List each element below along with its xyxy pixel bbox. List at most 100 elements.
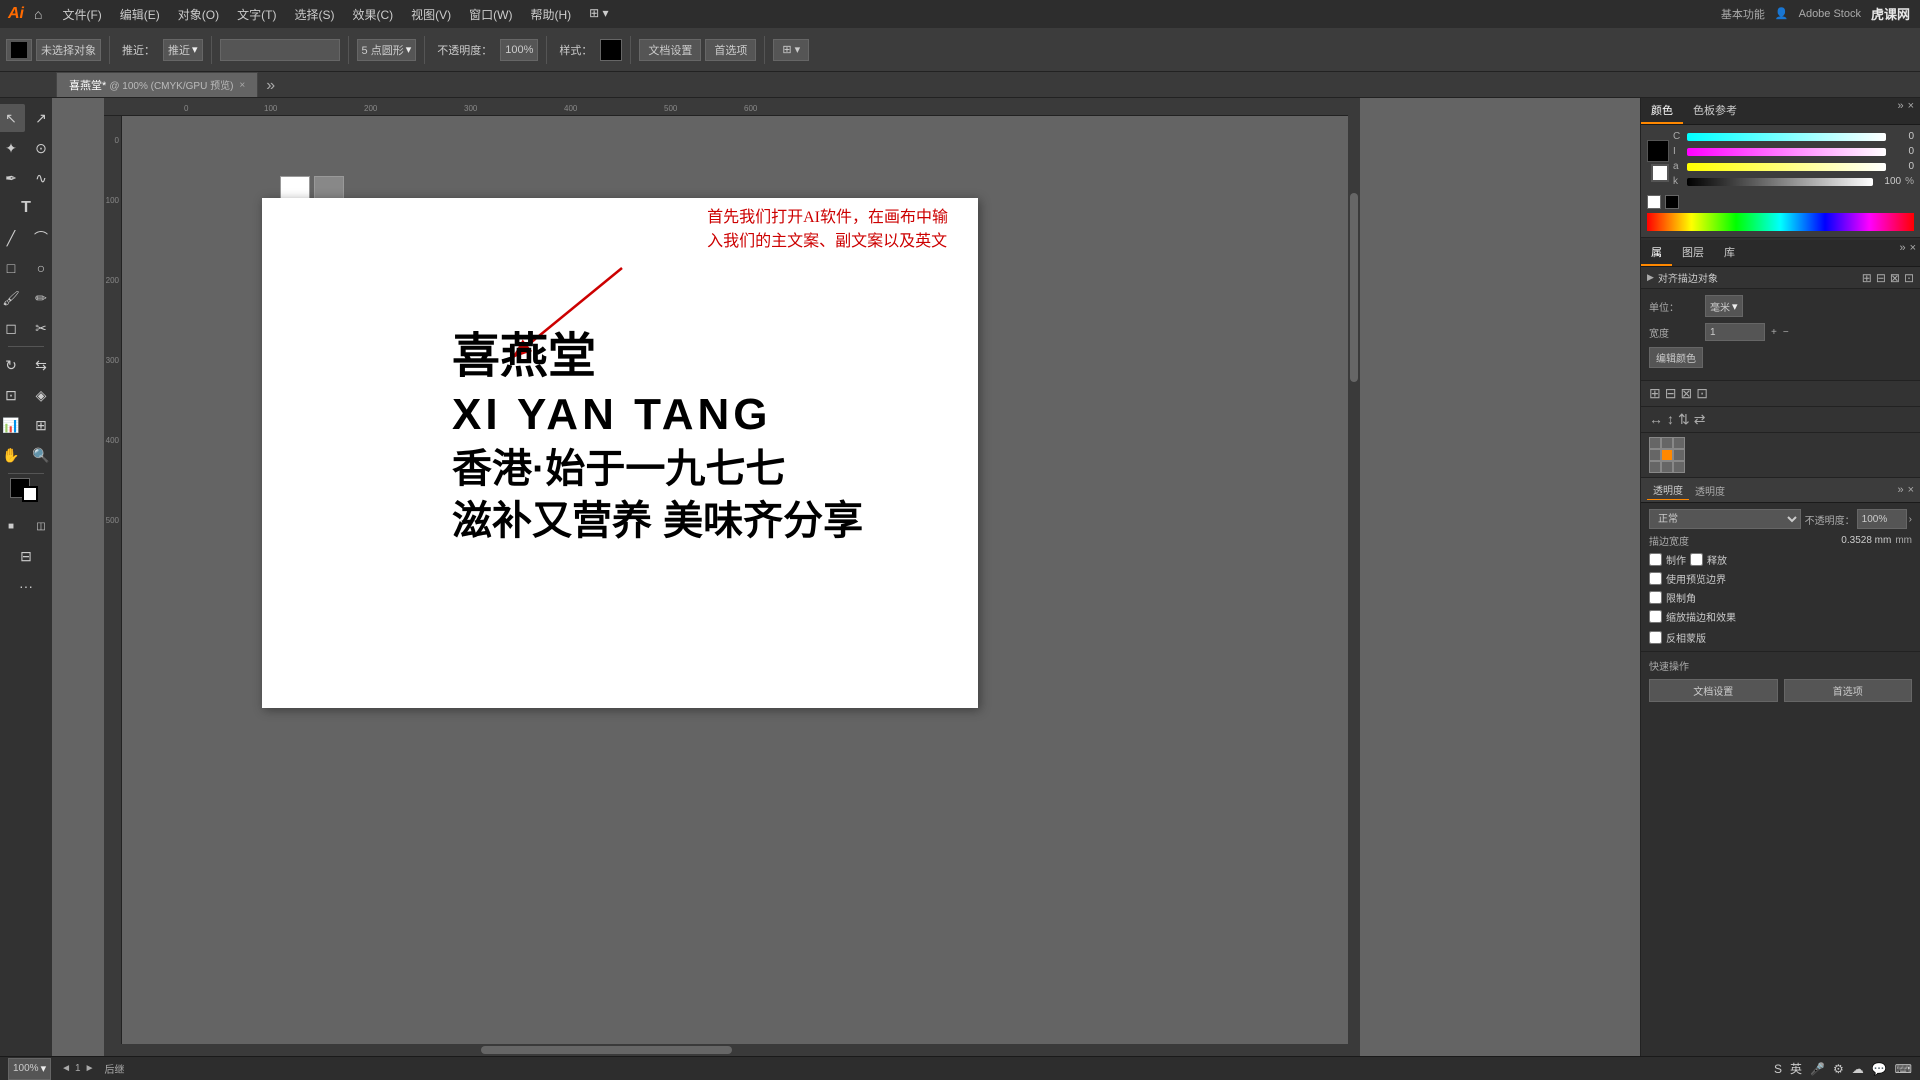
dist-icon-1[interactable]: ↔: [1649, 411, 1663, 428]
attr-min-icon[interactable]: »: [1899, 242, 1905, 264]
close-tab-btn[interactable]: ×: [239, 80, 245, 91]
color-spectrum-bar[interactable]: [1647, 213, 1914, 231]
scale-stroke-cb[interactable]: [1649, 610, 1662, 623]
channel-k-slider[interactable]: [1687, 178, 1873, 186]
tab-attr[interactable]: 属: [1641, 240, 1672, 266]
minimize-panel-icon[interactable]: »: [1897, 100, 1903, 122]
next-page-btn[interactable]: ►: [85, 1063, 95, 1074]
reflect-tool-icon[interactable]: ⇆: [27, 351, 55, 379]
eraser-tool-icon[interactable]: ◻: [0, 314, 25, 342]
make-cb[interactable]: [1649, 553, 1662, 566]
bg-color-swatch[interactable]: [1651, 164, 1669, 182]
stroke-color-box[interactable]: [22, 486, 38, 502]
channel-c-slider[interactable]: [1687, 133, 1886, 141]
ref-pt-5[interactable]: [1661, 449, 1673, 461]
align-dist-icon[interactable]: ⊠: [1890, 271, 1900, 285]
h-scroll-thumb[interactable]: [481, 1046, 732, 1054]
hand-tool-icon[interactable]: ✋: [0, 441, 25, 469]
text-field[interactable]: [220, 39, 340, 61]
home-icon[interactable]: ⌂: [34, 6, 42, 22]
quick-prefs-btn[interactable]: 首选项: [1784, 679, 1913, 702]
style-color[interactable]: [600, 39, 622, 61]
reverse-mask-cb[interactable]: [1649, 631, 1662, 644]
dist-icon-3[interactable]: ⇅: [1678, 411, 1690, 428]
nudge-select[interactable]: 推近▾: [163, 39, 203, 61]
artboard-tool-icon[interactable]: ⊟: [12, 542, 40, 570]
pen-tool-icon[interactable]: ✒: [0, 164, 25, 192]
close-panel-icon[interactable]: ×: [1908, 100, 1914, 122]
color-mode-icon[interactable]: ■: [0, 512, 25, 540]
rect-tool-icon[interactable]: □: [0, 254, 25, 282]
channel-y-slider[interactable]: [1687, 163, 1886, 171]
v-scroll-thumb[interactable]: [1350, 193, 1358, 382]
arrange-btn[interactable]: ⊞ ▾: [773, 39, 809, 61]
graph-tool-icon[interactable]: 📊: [0, 411, 25, 439]
dist-icon-2[interactable]: ↕: [1667, 411, 1674, 428]
double-arrow-btn[interactable]: »: [262, 75, 279, 97]
tab-color[interactable]: 颜色: [1641, 98, 1683, 124]
swatch-gray[interactable]: [314, 176, 344, 200]
grid-icon-2[interactable]: ⊟: [1665, 385, 1677, 402]
direct-select-tool-icon[interactable]: ↗: [27, 104, 55, 132]
edit-color-btn[interactable]: 编辑颜色: [1649, 347, 1703, 368]
grid-icon-3[interactable]: ⊠: [1680, 385, 1692, 402]
doc-tab-active[interactable]: 喜燕堂* @ 100% (CMYK/GPU 预览) ×: [56, 72, 258, 97]
menu-select[interactable]: 选择(S): [286, 4, 342, 25]
ellipse-tool-icon[interactable]: ○: [27, 254, 55, 282]
zoom-tool-icon[interactable]: 🔍: [27, 441, 55, 469]
chat-icon[interactable]: 💬: [1872, 1062, 1887, 1076]
menu-effect[interactable]: 效果(C): [344, 4, 401, 25]
tool-color-fg[interactable]: [6, 39, 32, 61]
lang-en-icon[interactable]: 英: [1790, 1060, 1802, 1077]
align-v-icon[interactable]: ⊟: [1876, 271, 1886, 285]
prev-page-btn[interactable]: ◄: [61, 1063, 71, 1074]
opacity-arrow[interactable]: ›: [1909, 514, 1912, 525]
zoom-select[interactable]: 100%▾: [8, 1058, 51, 1080]
selection-tool-icon[interactable]: ↖: [0, 104, 25, 132]
trans-close-icon[interactable]: ×: [1908, 484, 1914, 496]
ref-pt-6[interactable]: [1673, 449, 1685, 461]
release-cb[interactable]: [1690, 553, 1703, 566]
opacity-value[interactable]: 100%: [500, 39, 538, 61]
tab-texture[interactable]: 透明度: [1647, 480, 1689, 500]
menu-window[interactable]: 窗口(W): [461, 4, 520, 25]
type-tool-icon[interactable]: T: [12, 194, 40, 222]
dist-icon-4[interactable]: ⇄: [1694, 411, 1706, 428]
blend-mode-select[interactable]: 正常: [1649, 509, 1801, 529]
curvature-tool-icon[interactable]: ∿: [27, 164, 55, 192]
scissors-tool-icon[interactable]: ✂: [27, 314, 55, 342]
ref-pt-1[interactable]: [1649, 437, 1661, 449]
cloud-icon[interactable]: ☁: [1852, 1062, 1864, 1076]
ref-pt-8[interactable]: [1661, 461, 1673, 473]
white-swatch[interactable]: [1647, 195, 1661, 209]
settings-icon[interactable]: ⚙: [1833, 1062, 1844, 1076]
tab-library[interactable]: 库: [1714, 240, 1745, 266]
menu-extra[interactable]: ⊞ ▾: [581, 4, 616, 25]
line-tool-icon[interactable]: ╱: [0, 224, 25, 252]
ref-pt-2[interactable]: [1661, 437, 1673, 449]
grid-icon-1[interactable]: ⊞: [1649, 385, 1661, 402]
magic-wand-tool-icon[interactable]: ✦: [0, 134, 25, 162]
increment-icon[interactable]: +: [1771, 327, 1777, 338]
canvas-area[interactable]: 0 100 200 300 400 500 600 0 100 200 300 …: [52, 98, 1640, 1080]
vertical-scrollbar[interactable]: [1348, 98, 1360, 1044]
user-icon[interactable]: 👤: [1775, 7, 1789, 20]
ref-pt-3[interactable]: [1673, 437, 1685, 449]
lasso-tool-icon[interactable]: ⊙: [27, 134, 55, 162]
grid-icon-4[interactable]: ⊡: [1696, 385, 1708, 402]
doc-settings-btn[interactable]: 文档设置: [639, 39, 701, 61]
menu-view[interactable]: 视图(V): [403, 4, 459, 25]
tab-transparency-label[interactable]: 透明度: [1689, 481, 1731, 500]
arc-tool-icon[interactable]: ⌒: [27, 224, 55, 252]
ref-pt-7[interactable]: [1649, 461, 1661, 473]
menu-file[interactable]: 文件(F): [54, 4, 109, 25]
adobe-stock-label[interactable]: Adobe Stock: [1799, 8, 1861, 20]
tab-layers[interactable]: 图层: [1672, 240, 1714, 266]
use-preview-cb[interactable]: [1649, 572, 1662, 585]
menu-edit[interactable]: 编辑(E): [112, 4, 168, 25]
scale-tool-icon[interactable]: ⊡: [0, 381, 25, 409]
ref-pt-4[interactable]: [1649, 449, 1661, 461]
opacity-input[interactable]: [1857, 509, 1907, 529]
menu-help[interactable]: 帮助(H): [522, 4, 579, 25]
menu-text[interactable]: 文字(T): [229, 4, 284, 25]
